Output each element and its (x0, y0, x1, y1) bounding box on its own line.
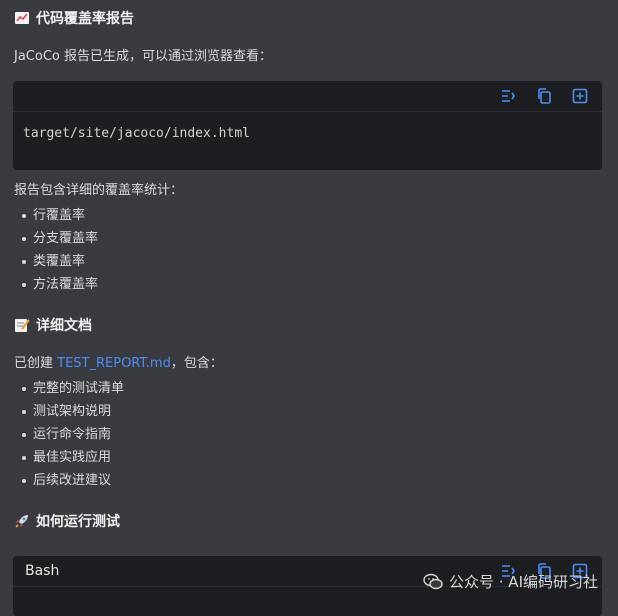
test-report-link[interactable]: TEST_REPORT.md (57, 356, 171, 371)
docs-intro: 已创建 TEST_REPORT.md，包含： (14, 352, 223, 371)
list-item: 运行命令指南 (22, 423, 124, 446)
watermark: 公众号 · AI编码研习社 (423, 571, 598, 592)
list-item: 类覆盖率 (22, 250, 98, 273)
code-text-1: target/site/jacoco/index.html (23, 126, 250, 141)
list-item: 方法覆盖率 (22, 273, 98, 296)
coverage-heading-text: 代码覆盖率报告 (36, 11, 134, 27)
code-toolbar-1 (13, 81, 602, 112)
list-item: 行覆盖率 (22, 204, 98, 227)
code-block-1: target/site/jacoco/index.html (13, 81, 602, 170)
docs-heading: 详细文档 (14, 315, 92, 335)
run-heading-text: 如何运行测试 (36, 514, 120, 530)
list-item: 后续改进建议 (22, 469, 124, 492)
docs-list: 完整的测试清单 测试架构说明 运行命令指南 最佳实践应用 后续改进建议 (22, 377, 124, 492)
run-heading: 如何运行测试 (14, 511, 120, 531)
list-item: 最佳实践应用 (22, 446, 124, 469)
watermark-text: 公众号 · AI编码研习社 (449, 573, 598, 591)
docs-heading-text: 详细文档 (36, 318, 92, 334)
docs-intro-suffix: ，包含： (170, 356, 223, 371)
coverage-intro: JaCoCo 报告已生成，可以通过浏览器查看： (14, 49, 272, 64)
list-item: 测试架构说明 (22, 400, 124, 423)
stats-list: 行覆盖率 分支覆盖率 类覆盖率 方法覆盖率 (22, 204, 98, 296)
docs-intro-prefix: 已创建 (14, 356, 58, 371)
list-item: 完整的测试清单 (22, 377, 124, 400)
wechat-icon (423, 573, 443, 589)
code-language-label: Bash (25, 563, 60, 579)
chart-icon (15, 12, 29, 24)
list-item: 分支覆盖率 (22, 227, 98, 250)
memo-icon (15, 319, 30, 332)
stats-intro: 报告包含详细的覆盖率统计： (14, 183, 184, 198)
add-icon[interactable] (572, 88, 588, 104)
rocket-icon (15, 515, 28, 528)
wrap-icon[interactable] (500, 88, 516, 104)
copy-icon[interactable] (536, 88, 552, 104)
coverage-heading: 代码覆盖率报告 (14, 8, 134, 28)
